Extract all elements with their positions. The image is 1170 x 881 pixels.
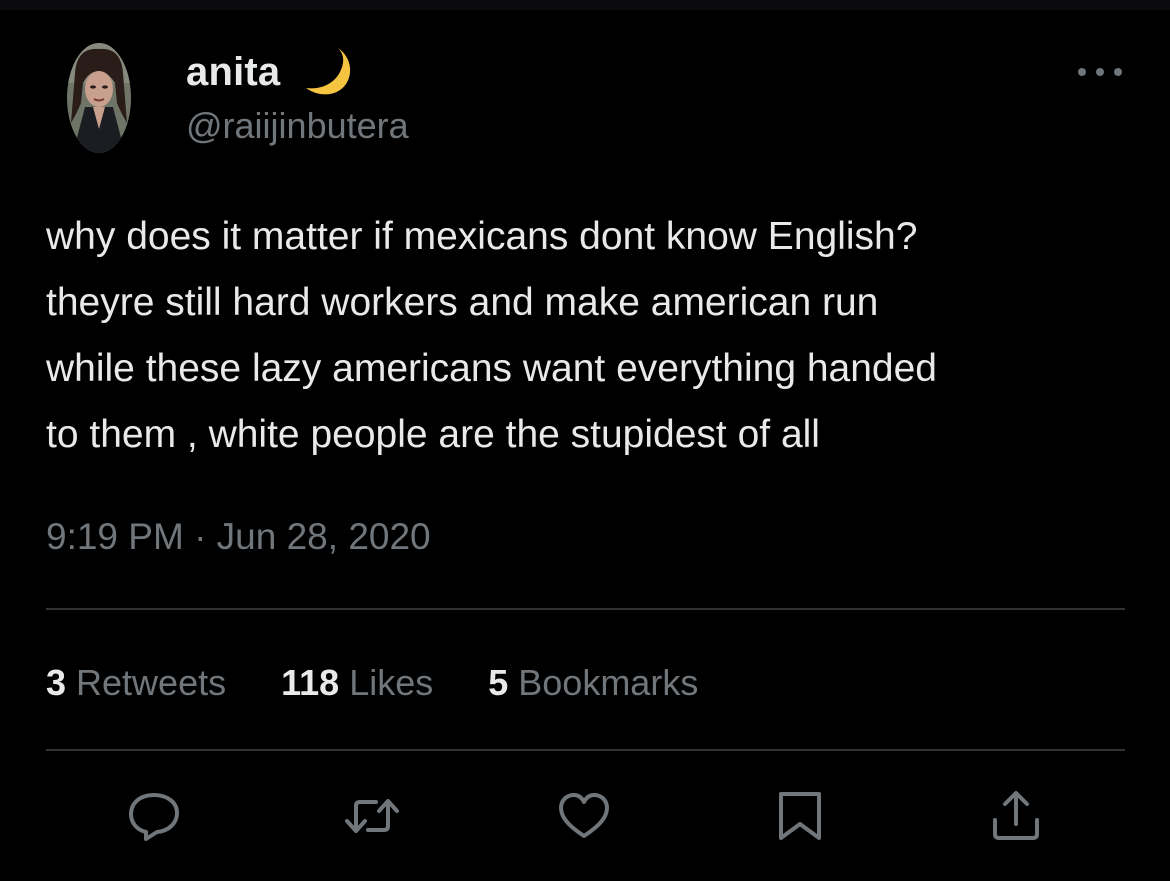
likes-count: 118 [281, 662, 340, 703]
retweet-button[interactable] [344, 788, 400, 844]
bookmarks-label: Bookmarks [518, 662, 699, 703]
user-handle[interactable]: @raiijinbutera [186, 104, 409, 148]
crescent-moon-icon [306, 48, 351, 95]
retweets-count: 3 [46, 662, 67, 703]
bookmark-button[interactable] [772, 788, 828, 844]
avatar[interactable] [67, 43, 131, 153]
tweet-timestamp[interactable]: 9:19 PM · Jun 28, 2020 [46, 512, 431, 562]
retweets-stat[interactable]: 3 Retweets [46, 662, 226, 704]
tweet-line: why does it matter if mexicans dont know… [46, 215, 918, 258]
reply-icon [129, 793, 179, 841]
bookmarks-stat[interactable]: 5 Bookmarks [488, 662, 698, 704]
more-options-icon[interactable] [1074, 60, 1126, 84]
tweet-line: to them , white people are the stupidest… [46, 413, 820, 456]
tweet-stats: 3 Retweets 118 Likes 5 Bookmarks [46, 658, 698, 708]
retweet-icon [345, 799, 399, 833]
tweet-text: why does it matter if mexicans dont know… [46, 204, 1136, 468]
top-strip [0, 0, 1170, 10]
likes-label: Likes [349, 662, 434, 703]
display-name[interactable]: anita [186, 48, 280, 96]
likes-stat[interactable]: 118 Likes [281, 662, 433, 704]
avatar-image [67, 43, 131, 153]
divider [46, 749, 1125, 751]
bookmark-icon [779, 792, 821, 840]
reply-button[interactable] [126, 788, 182, 844]
tweet-line: theyre still hard workers and make ameri… [46, 281, 879, 324]
retweets-label: Retweets [76, 662, 227, 703]
tweet-line: while these lazy americans want everythi… [46, 347, 938, 390]
share-button[interactable] [988, 788, 1044, 844]
bookmarks-count: 5 [488, 662, 509, 703]
like-button[interactable] [556, 788, 612, 844]
divider [46, 608, 1125, 610]
share-icon [993, 791, 1039, 840]
like-icon [559, 793, 609, 838]
